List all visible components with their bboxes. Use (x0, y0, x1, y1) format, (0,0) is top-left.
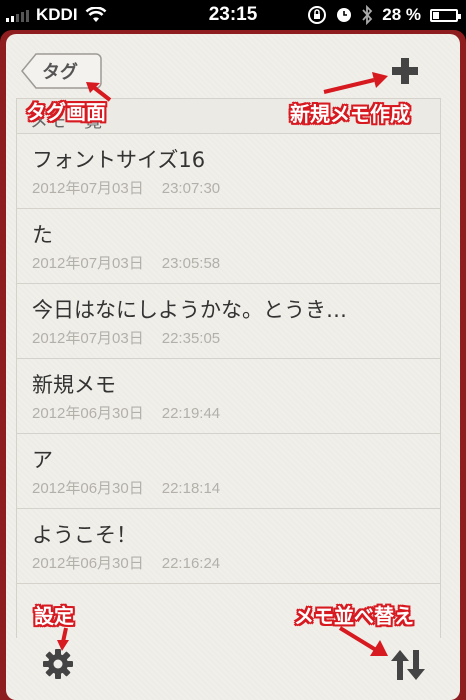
back-button-label: タグ (42, 62, 78, 83)
memo-row[interactable]: 今日はなにしようかな。とうき… 2012年07月03日 22:35:05 (16, 284, 440, 359)
memo-row[interactable]: ア 2012年06月30日 22:18:14 (16, 434, 440, 509)
memo-timestamp: 2012年07月03日 22:35:05 (32, 327, 440, 348)
list-right-border (440, 98, 441, 638)
memo-date: 2012年07月03日 (32, 255, 144, 272)
memo-row[interactable]: フォントサイズ16 2012年07月03日 23:07:30 (16, 134, 440, 209)
annotation-arrow-add (323, 72, 388, 94)
memo-date: 2012年06月30日 (32, 405, 144, 422)
memo-title: た (32, 223, 53, 247)
memo-title: 今日はなにしようかな。とうき… (32, 298, 347, 322)
memo-title: ア (32, 448, 53, 472)
annotation-arrow-settings (57, 627, 69, 651)
memo-title: フォントサイズ16 (32, 148, 206, 172)
annotation-new-memo: 新規メモ作成 (290, 102, 410, 126)
memo-title: ようこそ！ (32, 523, 137, 547)
memo-title: 新規メモ (32, 373, 116, 397)
memo-date: 2012年06月30日 (32, 480, 144, 497)
memo-list: フォントサイズ16 2012年07月03日 23:07:30 た 2012年07月… (16, 134, 440, 584)
annotation-settings: 設定 (34, 604, 74, 628)
annotation-arrow-sort (338, 626, 388, 656)
memo-time: 22:35:05 (161, 330, 221, 347)
memo-time: 23:05:58 (161, 255, 221, 272)
gear-icon[interactable] (42, 648, 74, 680)
annotation-sort: メモ並べ替え (294, 604, 414, 628)
app-frame: タグ メモ一覧 フォントサイズ16 2012年07月03日 23:07:30 た … (0, 30, 466, 700)
memo-timestamp: 2012年07月03日 23:05:58 (32, 252, 440, 273)
up-down-arrows-icon[interactable] (390, 648, 426, 682)
memo-time: 22:18:14 (161, 480, 221, 497)
status-bar: KDDI 23:15 28 % (0, 0, 466, 30)
memo-timestamp: 2012年06月30日 22:16:24 (32, 552, 440, 573)
memo-timestamp: 2012年07月03日 23:07:30 (32, 177, 440, 198)
annotation-arrow-back (86, 82, 112, 102)
battery-icon (430, 8, 461, 22)
battery-percent: 28 % (382, 5, 421, 24)
plus-icon[interactable] (390, 56, 420, 86)
memo-date: 2012年06月30日 (32, 555, 144, 572)
memo-time: 22:16:24 (161, 555, 221, 572)
memo-date: 2012年07月03日 (32, 330, 144, 347)
status-right: 28 % (307, 4, 461, 26)
alarm-clock-icon (337, 8, 352, 22)
memo-row[interactable]: ようこそ！ 2012年06月30日 22:16:24 (16, 509, 440, 584)
memo-timestamp: 2012年06月30日 22:18:14 (32, 477, 440, 498)
bluetooth-icon (362, 5, 373, 25)
memo-timestamp: 2012年06月30日 22:19:44 (32, 402, 440, 423)
paper-background: タグ メモ一覧 フォントサイズ16 2012年07月03日 23:07:30 た … (6, 34, 460, 700)
memo-row[interactable]: 新規メモ 2012年06月30日 22:19:44 (16, 359, 440, 434)
memo-row[interactable]: た 2012年07月03日 23:05:58 (16, 209, 440, 284)
memo-date: 2012年07月03日 (32, 180, 144, 197)
rotation-lock-icon (308, 6, 327, 24)
memo-time: 22:19:44 (161, 405, 221, 422)
memo-time: 23:07:30 (161, 180, 221, 197)
